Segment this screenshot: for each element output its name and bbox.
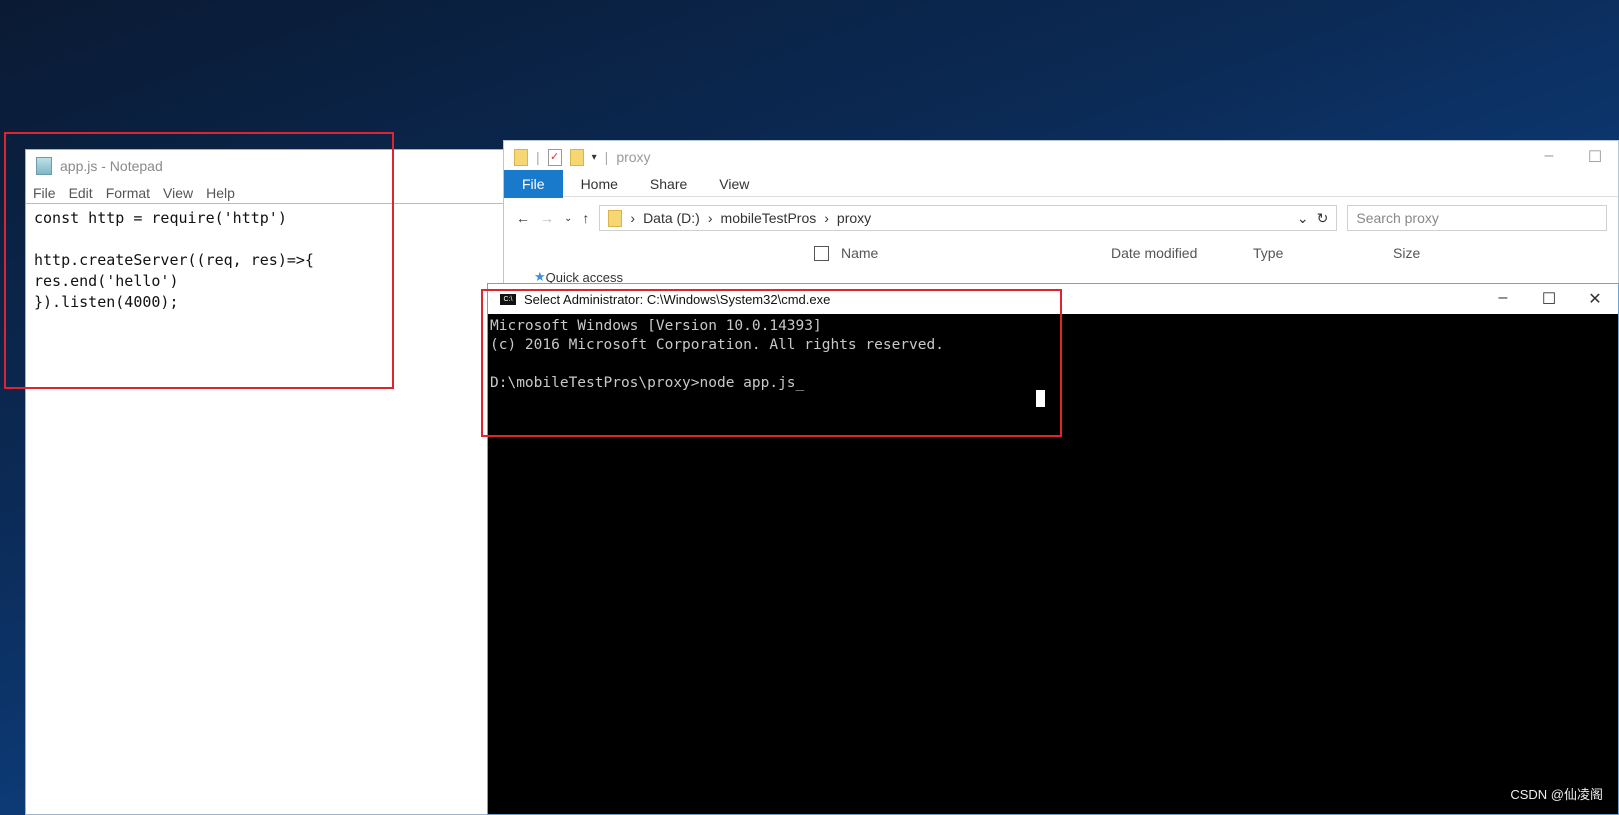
console-output[interactable]: Microsoft Windows [Version 10.0.14393] (c… (488, 314, 1618, 396)
breadcrumb-drive[interactable]: Data (D:) (643, 210, 700, 226)
editor-text-area[interactable]: const http = require('http') http.create… (26, 204, 504, 317)
search-input[interactable]: Search proxy (1347, 205, 1608, 231)
address-dropdown-icon[interactable]: ⌄ (1297, 210, 1309, 227)
window-title: Select Administrator: C:\Windows\System3… (524, 291, 831, 307)
column-size[interactable]: Size (1393, 245, 1420, 261)
menu-view[interactable]: View (163, 185, 193, 201)
maximize-button[interactable]: ☐ (1572, 147, 1618, 167)
breadcrumb-folder[interactable]: mobileTestPros (721, 210, 817, 226)
window-title: app.js - Notepad (60, 158, 163, 174)
properties-icon[interactable]: ✓ (547, 148, 562, 166)
new-folder-icon[interactable] (569, 148, 584, 166)
column-date-modified[interactable]: Date modified (1111, 245, 1253, 261)
folder-icon (608, 209, 623, 227)
menu-file[interactable]: File (33, 185, 56, 201)
up-icon[interactable]: ↑ (582, 210, 589, 226)
close-button[interactable]: ✕ (1572, 289, 1618, 309)
command-prompt-window: C:\ Select Administrator: C:\Windows\Sys… (487, 283, 1619, 815)
tab-share[interactable]: Share (650, 176, 687, 192)
cursor-block (1036, 390, 1045, 407)
address-bar[interactable]: › Data (D:) › mobileTestPros › proxy ⌄ ↻ (599, 205, 1338, 231)
window-title: proxy (616, 149, 651, 165)
menu-help[interactable]: Help (206, 185, 235, 201)
refresh-icon[interactable]: ↻ (1317, 210, 1329, 227)
watermark: CSDN @仙凌阁 (1510, 787, 1603, 802)
console-line: (c) 2016 Microsoft Corporation. All righ… (490, 337, 944, 353)
cmd-icon: C:\ (500, 293, 516, 305)
select-all-checkbox[interactable] (814, 245, 829, 261)
folder-icon (514, 148, 528, 166)
column-type[interactable]: Type (1253, 245, 1393, 261)
notepad-title-bar[interactable]: app.js - Notepad (26, 150, 504, 182)
forward-icon[interactable]: → (540, 210, 554, 226)
menu-edit[interactable]: Edit (69, 185, 93, 201)
breadcrumb-current[interactable]: proxy (837, 210, 871, 226)
back-icon[interactable]: ← (516, 210, 530, 226)
recent-dropdown-icon[interactable]: ⌄ (564, 213, 572, 224)
file-explorer-window: | ✓ ▾ | proxy – ☐ File Home Share View ←… (503, 140, 1619, 300)
column-name[interactable]: Name (841, 245, 1111, 261)
console-line: D:\mobileTestPros\proxy>node app.js_ (490, 375, 805, 391)
minimize-button[interactable]: – (1480, 289, 1526, 309)
menu-bar: File Edit Format View Help (26, 182, 504, 204)
tab-home[interactable]: Home (581, 176, 618, 192)
menu-format[interactable]: Format (106, 185, 150, 201)
maximize-button[interactable]: ☐ (1526, 289, 1572, 309)
quick-access-dropdown-icon[interactable]: ▾ (592, 152, 597, 163)
notepad-icon (36, 157, 52, 175)
cmd-title-bar[interactable]: C:\ Select Administrator: C:\Windows\Sys… (488, 284, 1618, 314)
tab-file[interactable]: File (504, 169, 563, 198)
notepad-window: app.js - Notepad File Edit Format View H… (25, 149, 505, 815)
tab-view[interactable]: View (719, 176, 749, 192)
minimize-button[interactable]: – (1526, 147, 1572, 167)
console-line: Microsoft Windows [Version 10.0.14393] (490, 318, 822, 334)
